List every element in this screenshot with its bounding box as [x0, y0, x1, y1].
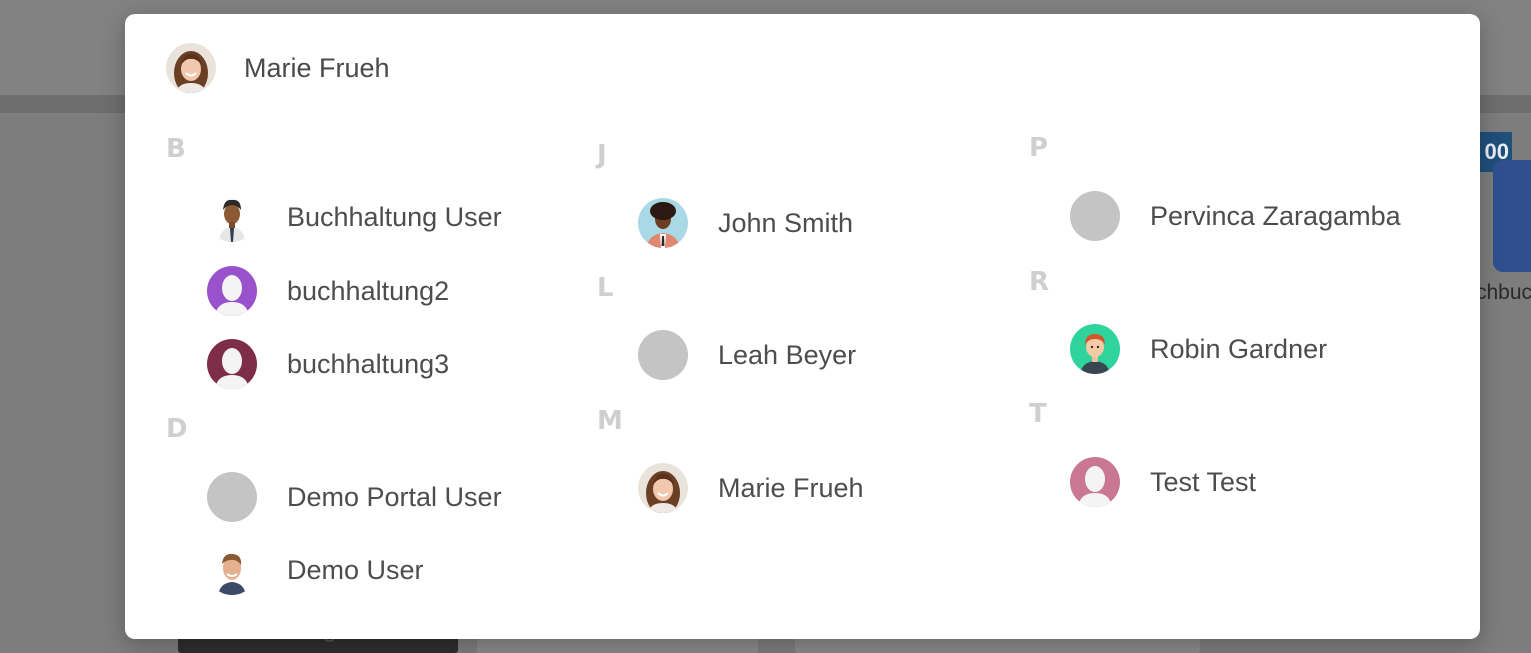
placeholder-avatar-icon: [207, 266, 257, 316]
current-user-avatar: [166, 43, 216, 93]
user-item-robin-gardner[interactable]: Robin Gardner: [1070, 323, 1327, 375]
user-name: Demo Portal User: [287, 481, 502, 512]
buchhaltung-user-avatar: [207, 192, 257, 242]
group-letter-p: P: [1029, 133, 1049, 163]
user-name: buchhaltung3: [287, 348, 450, 379]
group-letter-t: T: [1029, 399, 1047, 429]
user-item-buchhaltung2[interactable]: buchhaltung2: [207, 265, 449, 317]
user-name: Buchhaltung User: [287, 201, 502, 232]
empty-avatar-icon: [638, 330, 688, 380]
group-letter-b: B: [166, 134, 186, 164]
robin-gardner-avatar: [1070, 324, 1120, 374]
placeholder-avatar-icon: [1070, 457, 1120, 507]
background-book-label: chbuc: [1476, 281, 1531, 304]
user-name: Marie Frueh: [718, 472, 864, 503]
user-name: Demo User: [287, 554, 424, 585]
group-letter-r: R: [1029, 267, 1050, 297]
user-name: Pervinca Zaragamba: [1150, 200, 1401, 231]
marie-frueh-avatar: [638, 463, 688, 513]
group-letter-j: J: [597, 140, 607, 170]
user-item-leah-beyer[interactable]: Leah Beyer: [638, 329, 856, 381]
user-item-pervinca-zaragamba[interactable]: Pervinca Zaragamba: [1070, 190, 1401, 242]
empty-avatar-icon: [1070, 191, 1120, 241]
user-item-demo-user[interactable]: Demo User: [207, 544, 424, 596]
user-item-buchhaltung-user[interactable]: Buchhaltung User: [207, 191, 502, 243]
placeholder-avatar-icon: [207, 339, 257, 389]
group-letter-m: M: [597, 406, 623, 436]
user-name: Leah Beyer: [718, 339, 857, 370]
current-user-name: Marie Frueh: [244, 52, 390, 83]
current-user: Marie Frueh: [166, 42, 390, 94]
user-name: Test Test: [1150, 466, 1257, 497]
user-item-buchhaltung3[interactable]: buchhaltung3: [207, 338, 449, 390]
demo-user-avatar: [207, 545, 257, 595]
empty-avatar-icon: [207, 472, 257, 522]
user-item-demo-portal-user[interactable]: Demo Portal User: [207, 471, 502, 523]
group-letter-d: D: [166, 414, 188, 444]
user-item-marie-frueh[interactable]: Marie Frueh: [638, 462, 864, 514]
john-smith-avatar: [638, 198, 688, 248]
user-item-john-smith[interactable]: John Smith: [638, 197, 853, 249]
user-switch-dialog: Marie Frueh B Buchhaltung User buchhaltu…: [125, 14, 1480, 639]
book-icon: [1493, 160, 1531, 272]
user-item-test-test[interactable]: Test Test: [1070, 456, 1256, 508]
user-name: buchhaltung2: [287, 275, 450, 306]
user-name: John Smith: [718, 207, 854, 238]
user-name: Robin Gardner: [1150, 333, 1328, 364]
group-letter-l: L: [597, 273, 614, 303]
